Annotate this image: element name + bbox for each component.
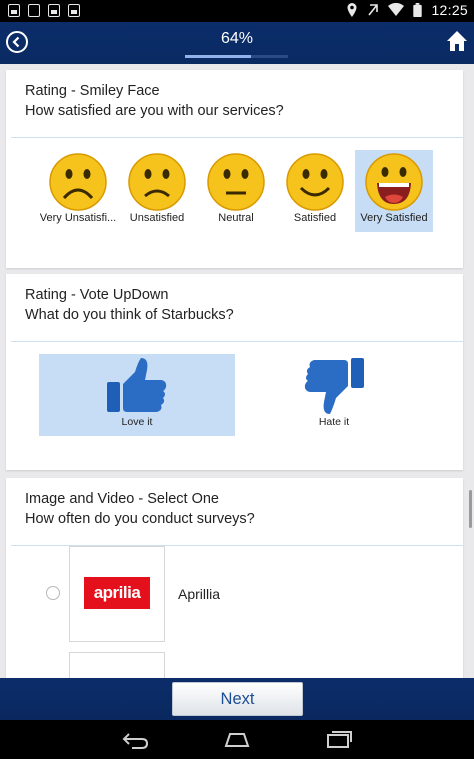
progress-percentage: 64% [220, 30, 254, 47]
question-title: Rating - Vote UpDown [25, 287, 169, 303]
download-notification-icon [28, 4, 40, 17]
vote-option-hate-it[interactable]: Hate it [236, 354, 432, 436]
survey-header: 64% [0, 22, 474, 64]
smiley-label: Very Unsatisfi... [39, 212, 117, 224]
question-prompt: How often do you conduct surveys? [25, 511, 255, 527]
question-title: Image and Video - Select One [25, 491, 219, 507]
question-header: Rating - Smiley Face How satisfied are y… [6, 70, 463, 137]
divider [11, 137, 463, 138]
very-satisfied-smiley-icon [365, 153, 423, 211]
smiley-label: Unsatisfied [129, 212, 185, 224]
recent-apps-icon [327, 731, 352, 748]
very-unsatisfied-smiley-icon [49, 153, 107, 211]
question-title: Rating - Smiley Face [25, 83, 160, 99]
home-icon [224, 733, 250, 747]
question-prompt: What do you think of Starbucks? [25, 307, 234, 323]
status-bar: 12:25 [0, 0, 474, 22]
progress-bar-fill [185, 55, 251, 58]
smiley-options: Very Unsatisfi... Unsatisfied Neutral Sa… [39, 150, 434, 232]
unsatisfied-smiley-icon [128, 153, 186, 211]
nav-back-button[interactable] [120, 728, 150, 750]
divider [11, 341, 463, 342]
smiley-option-neutral[interactable]: Neutral [197, 150, 275, 232]
back-icon [122, 733, 149, 749]
question-header: Rating - Vote UpDown What do you think o… [6, 274, 463, 341]
smiley-option-very-unsatisfied[interactable]: Very Unsatisfi... [39, 150, 117, 232]
location-icon [347, 3, 357, 17]
scrollbar[interactable] [469, 490, 472, 528]
clock: 12:25 [431, 2, 468, 18]
question-header: Image and Video - Select One How often d… [6, 478, 463, 545]
option-image-next[interactable] [69, 652, 165, 678]
option-radio-aprillia[interactable] [46, 586, 60, 600]
photo-notification-icon [68, 4, 80, 17]
option-label-aprillia[interactable]: Aprillia [178, 586, 220, 602]
home-icon [447, 31, 467, 51]
home-button[interactable] [446, 30, 468, 52]
thumbs-up-icon [107, 358, 167, 412]
question-prompt: How satisfied are you with our services? [25, 103, 284, 119]
survey-content[interactable]: Rating - Smiley Face How satisfied are y… [0, 64, 474, 678]
aprilia-logo: aprilia [84, 577, 150, 609]
question-card-smiley: Rating - Smiley Face How satisfied are y… [6, 70, 463, 268]
thumbs-down-icon [304, 358, 364, 414]
data-transfer-icon [368, 4, 379, 16]
gallery-notification-icon [8, 4, 20, 17]
system-nav-bar [0, 720, 474, 759]
satisfied-smiley-icon [286, 153, 344, 211]
neutral-smiley-icon [207, 153, 265, 211]
battery-icon [413, 3, 423, 17]
smiley-option-satisfied[interactable]: Satisfied [276, 150, 354, 232]
option-image-aprillia[interactable]: aprilia [69, 546, 165, 642]
nav-recent-apps-button[interactable] [324, 728, 354, 750]
vote-option-love-it[interactable]: Love it [39, 354, 235, 436]
smiley-option-very-satisfied[interactable]: Very Satisfied [355, 150, 433, 232]
question-card-image-select: Image and Video - Select One How often d… [6, 478, 463, 678]
nav-home-button[interactable] [222, 728, 252, 750]
wifi-icon [388, 3, 405, 16]
smiley-label: Very Satisfied [360, 212, 428, 224]
smiley-label: Satisfied [293, 212, 337, 224]
smiley-label: Neutral [218, 212, 254, 224]
progress-bar [185, 55, 288, 58]
smiley-option-unsatisfied[interactable]: Unsatisfied [118, 150, 196, 232]
question-card-vote: Rating - Vote UpDown What do you think o… [6, 274, 463, 470]
survey-footer: Next [0, 678, 474, 720]
vote-label: Love it [121, 416, 153, 428]
vote-label: Hate it [318, 416, 350, 428]
sd-card-notification-icon [48, 4, 60, 17]
next-button[interactable]: Next [172, 682, 303, 716]
